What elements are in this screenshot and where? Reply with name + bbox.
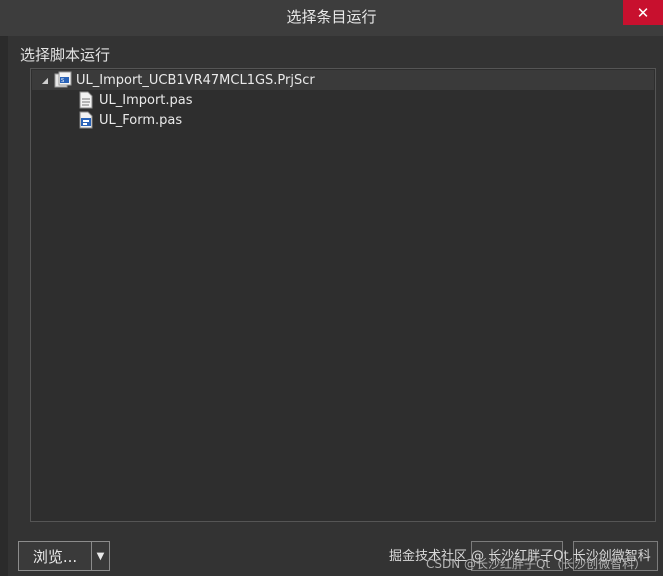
collapse-arrow-icon[interactable]: ◢ (38, 76, 52, 85)
browse-button-label[interactable]: 浏览... (19, 542, 92, 570)
tree-item-label: UL_Form.pas (99, 112, 183, 128)
svg-text:S: S (61, 78, 64, 84)
chevron-down-icon[interactable]: ▼ (92, 551, 109, 562)
close-button[interactable]: ✕ (623, 0, 663, 25)
tree-item-label: UL_Import_UCB1VR47MCL1GS.PrjScr (76, 72, 315, 88)
form-file-icon (77, 111, 95, 129)
title-bar: 选择条目运行 ✕ (0, 0, 663, 37)
script-project-icon: S (54, 71, 72, 89)
close-icon: ✕ (636, 3, 650, 22)
browse-button[interactable]: 浏览... ▼ (18, 541, 110, 571)
pascal-file-icon (77, 91, 95, 109)
tree-item-project[interactable]: ◢ S UL_Import_UCB1VR47MCL1GS.PrjScr (32, 70, 654, 90)
tree-item-label: UL_Import.pas (99, 92, 193, 108)
window-title: 选择条目运行 (286, 8, 377, 26)
tree-item-file[interactable]: UL_Form.pas (77, 110, 182, 130)
script-tree[interactable]: ◢ S UL_Import_UCB1VR47MCL1GS.PrjScr UL_I… (30, 68, 656, 522)
section-label: 选择脚本运行 (20, 46, 111, 64)
tree-item-file[interactable]: UL_Import.pas (77, 90, 193, 110)
watermark-text: CSDN @长沙红胖子Qt（长沙创微智科） (426, 557, 647, 571)
